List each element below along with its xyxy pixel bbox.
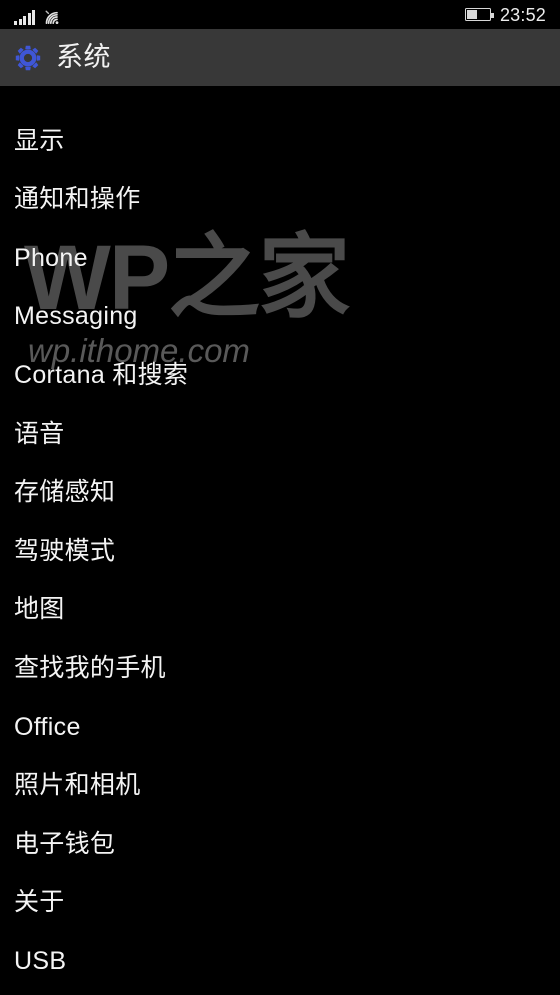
settings-item-label: Messaging <box>14 302 138 331</box>
settings-list-item[interactable]: Cortana 和搜索 <box>0 346 560 404</box>
status-bar: 23:52 <box>0 0 560 29</box>
app-header: 系统 <box>0 29 560 86</box>
settings-list-item[interactable]: 照片和相机 <box>0 757 560 815</box>
settings-list-item[interactable]: 电子钱包 <box>0 815 560 873</box>
cellular-signal-icon <box>14 9 35 25</box>
settings-item-label: 通知和操作 <box>14 185 141 214</box>
settings-list-item[interactable]: Office <box>0 698 560 756</box>
settings-item-label: 存储感知 <box>14 478 116 507</box>
battery-icon <box>464 8 494 21</box>
settings-list-item[interactable]: USB <box>0 932 560 990</box>
page-title: 系统 <box>56 42 111 72</box>
phone-screen: 23:52 系统 WP之家 wp.ithome.com 显示 通知和操作 Pho… <box>0 0 560 995</box>
settings-list-item[interactable]: 驾驶模式 <box>0 522 560 580</box>
settings-list-item[interactable]: Phone <box>0 229 560 287</box>
settings-item-label: 地图 <box>14 595 65 624</box>
settings-list-item[interactable]: 通知和操作 <box>0 171 560 229</box>
settings-item-label: Phone <box>14 243 88 272</box>
settings-list-item[interactable]: 查找我的手机 <box>0 639 560 697</box>
settings-list-item[interactable]: 存储感知 <box>0 464 560 522</box>
settings-item-label: 驾驶模式 <box>14 536 116 565</box>
settings-list-item[interactable]: 语音 <box>0 405 560 463</box>
settings-list-item[interactable]: 地图 <box>0 581 560 639</box>
settings-list-item[interactable]: Messaging <box>0 288 560 346</box>
settings-item-label: USB <box>14 946 67 975</box>
status-bar-left <box>14 5 63 25</box>
settings-item-label: 语音 <box>14 419 65 448</box>
status-clock: 23:52 <box>499 4 546 25</box>
settings-list-item[interactable]: 显示 <box>0 112 560 170</box>
settings-item-label: 电子钱包 <box>14 829 116 858</box>
settings-list[interactable]: 显示通知和操作 Phone Messaging Cortana 和搜索 语音存储感知驾驶… <box>0 86 560 995</box>
settings-list-item[interactable]: 关于 <box>0 874 560 932</box>
settings-item-label: Cortana 和搜索 <box>14 360 189 389</box>
settings-item-label: 关于 <box>14 888 65 917</box>
settings-item-label: 照片和相机 <box>14 771 141 800</box>
settings-item-label: 查找我的手机 <box>14 653 166 682</box>
wifi-icon <box>43 9 63 25</box>
settings-item-label: Office <box>14 712 81 741</box>
gear-icon <box>13 43 43 73</box>
settings-item-label: 显示 <box>14 126 65 155</box>
status-bar-right: 23:52 <box>464 4 546 25</box>
